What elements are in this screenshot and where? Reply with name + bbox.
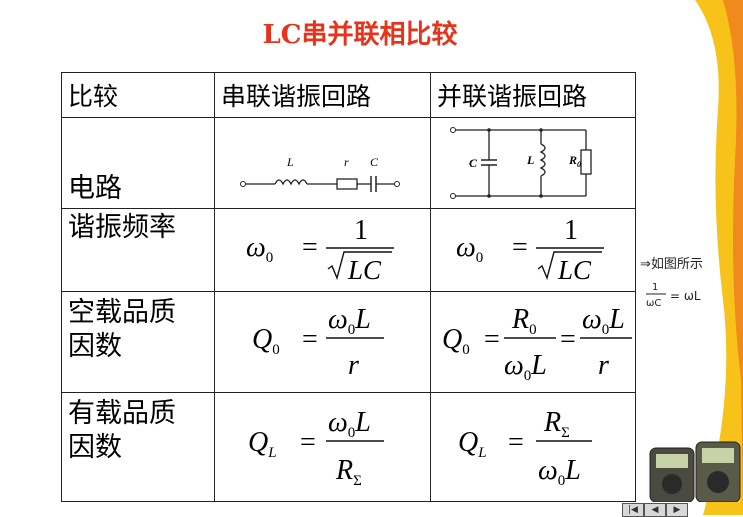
parallel-omega-svg: ω0 = 1 LC — [456, 215, 604, 285]
series-omega-formula: ω0 = 1 LC — [214, 208, 431, 292]
series-circuit-diagram: L r C — [240, 155, 400, 192]
series-circuit-cell: L r C — [214, 117, 431, 209]
svg-text:=: = — [302, 232, 318, 263]
svg-text:r: r — [598, 350, 609, 381]
svg-text:ω0L: ω0L — [582, 304, 625, 338]
parallel-circuit-diagram: C L R0 — [450, 127, 592, 199]
svg-text:ω0L: ω0L — [328, 407, 371, 441]
svg-text:ω0L: ω0L — [328, 304, 371, 338]
svg-text:ωC: ωC — [646, 298, 661, 309]
svg-text:R0: R0 — [511, 304, 537, 338]
svg-text:ω0L: ω0L — [538, 455, 581, 489]
parallel-r-label: R0 — [568, 153, 581, 169]
svg-text:LC: LC — [347, 255, 382, 285]
svg-text:r: r — [348, 350, 359, 381]
table-row-circuit: 电路 L r C C L R0 — [61, 117, 636, 209]
svg-text:⇒如图所示: ⇒如图所示 — [640, 256, 703, 272]
label-loaded-q: 有载品质 因数 — [61, 392, 215, 502]
multimeter-decoration-icon — [649, 441, 741, 502]
series-q0-svg: Q0 = ω0L r — [252, 304, 384, 381]
header-series: 串联谐振回路 — [214, 72, 431, 118]
svg-text:ω0: ω0 — [456, 232, 483, 266]
parallel-q0-formula: Q0 = R0 ω0L = ω0L r — [430, 291, 636, 393]
header-compare: 比较 — [61, 72, 215, 118]
comparison-table: 比较 串联谐振回路 并联谐振回路 电路 L r C C L R0 谐振频率 ω0… — [61, 72, 636, 502]
svg-text:LC: LC — [557, 255, 592, 285]
table-row-loaded-q: 有载品质 因数 QL = ω0L RΣ QL = RΣ ω0L — [61, 392, 636, 502]
svg-text:1: 1 — [354, 215, 368, 246]
svg-text:ω0L: ω0L — [504, 350, 547, 384]
page-title: LC串并联相比较 — [262, 20, 458, 50]
series-q0-formula: Q0 = ω0L r — [214, 291, 431, 393]
svg-text:=: = — [302, 324, 318, 355]
svg-text:=: = — [512, 232, 528, 263]
svg-text:QL: QL — [458, 427, 487, 461]
label-resonance-frequency: 谐振频率 — [61, 208, 215, 292]
svg-text:RΣ: RΣ — [335, 455, 362, 489]
svg-text:ω0: ω0 — [246, 232, 273, 266]
parallel-ql-svg: QL = RΣ ω0L — [458, 407, 592, 489]
parallel-l-label: L — [526, 153, 534, 167]
series-r-label: r — [344, 155, 349, 169]
series-ql-formula: QL = ω0L RΣ — [214, 392, 431, 502]
svg-text:1: 1 — [652, 282, 658, 293]
series-omega-svg: ω0 = 1 LC — [246, 215, 394, 285]
series-c-label: C — [370, 155, 379, 169]
svg-text:RΣ: RΣ — [543, 407, 570, 441]
parallel-circuit-cell: C L R0 — [430, 117, 636, 209]
series-l-label: L — [286, 155, 294, 169]
label-unloaded-q: 空载品质 因数 — [61, 291, 215, 393]
svg-text:=: = — [300, 427, 316, 458]
svg-text:1: 1 — [564, 215, 578, 246]
svg-text:Q0: Q0 — [252, 324, 280, 358]
parallel-omega-formula: ω0 = 1 LC — [430, 208, 636, 292]
table-header-row: 比较 串联谐振回路 并联谐振回路 — [61, 72, 636, 118]
header-parallel: 并联谐振回路 — [430, 72, 636, 118]
svg-text:=: = — [484, 324, 500, 355]
parallel-ql-formula: QL = RΣ ω0L — [430, 392, 636, 502]
svg-text:=: = — [508, 427, 524, 458]
svg-text:QL: QL — [248, 427, 277, 461]
table-row-resonance-frequency: 谐振频率 ω0 = 1 LC ω0 = 1 LC — [61, 208, 636, 292]
series-ql-svg: QL = ω0L RΣ — [248, 407, 384, 489]
svg-text:=: = — [560, 324, 576, 355]
svg-text:= ωL: = ωL — [670, 289, 701, 303]
label-circuit: 电路 — [61, 117, 215, 209]
handwritten-note: ⇒如图所示 1 ωC = ωL — [640, 256, 703, 309]
parallel-c-label: C — [469, 156, 478, 170]
table-row-unloaded-q: 空载品质 因数 Q0 = ω0L r Q0 = R0 ω0L = ω0L r — [61, 291, 636, 393]
parallel-q0-svg: Q0 = R0 ω0L = ω0L r — [442, 304, 632, 384]
svg-text:Q0: Q0 — [442, 324, 470, 358]
